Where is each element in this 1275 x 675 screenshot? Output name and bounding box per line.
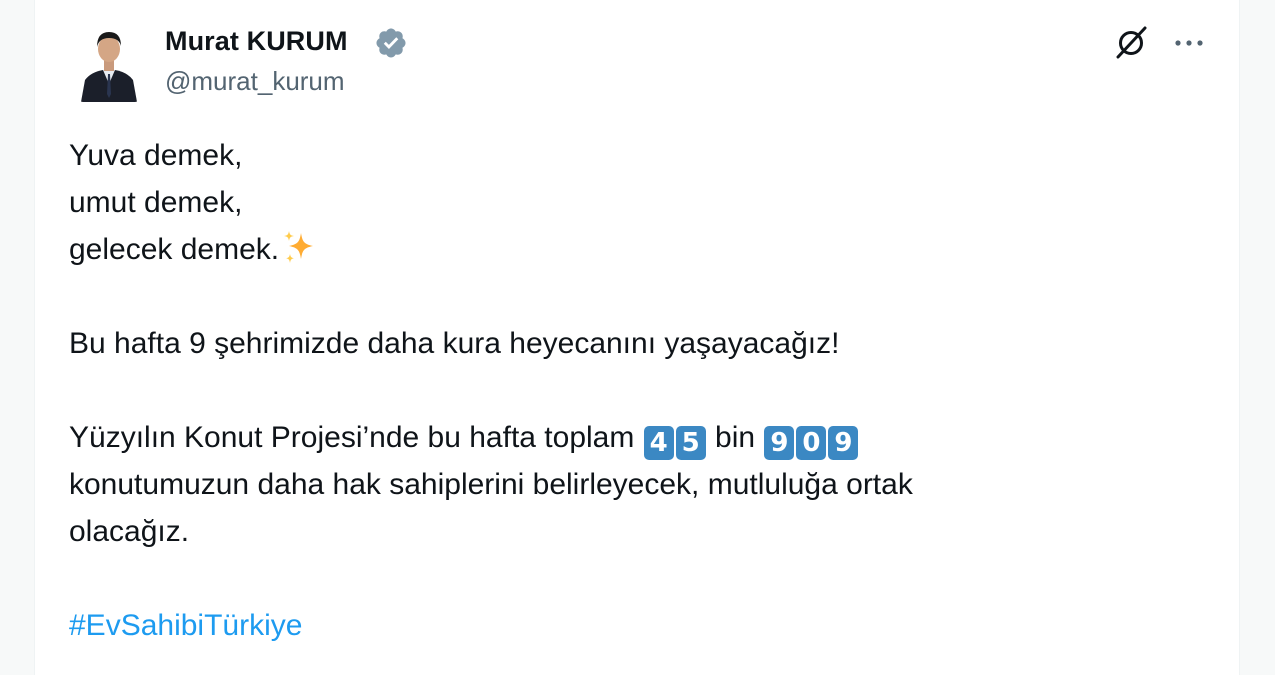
user-handle[interactable]: @murat_kurum (165, 66, 345, 97)
tweet-line-text: gelecek demek. (69, 233, 280, 266)
more-icon[interactable] (1169, 28, 1209, 58)
tweet-line: Yuva demek, (69, 139, 243, 172)
page-background: Murat KURUM @murat_kurum Yuva demek, umu… (0, 0, 1275, 675)
tweet-line-text: bin (715, 421, 756, 454)
keycap-digit: 9 (828, 426, 859, 460)
keycap-digit: 5 (675, 426, 706, 460)
avatar[interactable] (79, 22, 139, 102)
grok-icon[interactable] (1111, 22, 1151, 62)
tweet-card: Murat KURUM @murat_kurum Yuva demek, umu… (34, 0, 1240, 675)
verified-badge-icon[interactable] (374, 26, 408, 60)
tweet-line: Yüzyılın Konut Projesi’nde bu hafta topl… (69, 414, 1219, 461)
tweet-line: gelecek demek. (69, 226, 1219, 273)
hashtag-link[interactable]: #EvSahibiTürkiye (69, 602, 1219, 649)
tweet-line-text: Yüzyılın Konut Projesi’nde bu hafta topl… (69, 421, 635, 454)
tweet-line: Bu hafta 9 şehrimizde daha kura heyecanı… (69, 327, 840, 360)
display-name[interactable]: Murat KURUM (165, 26, 348, 57)
tweet-line: olacağız. (69, 515, 190, 548)
keycap-digit: 9 (764, 426, 795, 460)
tweet-line: konutumuzun daha hak sahiplerini belirle… (69, 468, 913, 501)
keycap-digit: 4 (643, 426, 674, 460)
tweet-text: Yuva demek, umut demek, gelecek demek. B… (69, 132, 1219, 649)
sparkles-emoji-icon (284, 231, 314, 263)
tweet-line: umut demek, (69, 186, 243, 219)
keycap-digit: 0 (796, 426, 827, 460)
